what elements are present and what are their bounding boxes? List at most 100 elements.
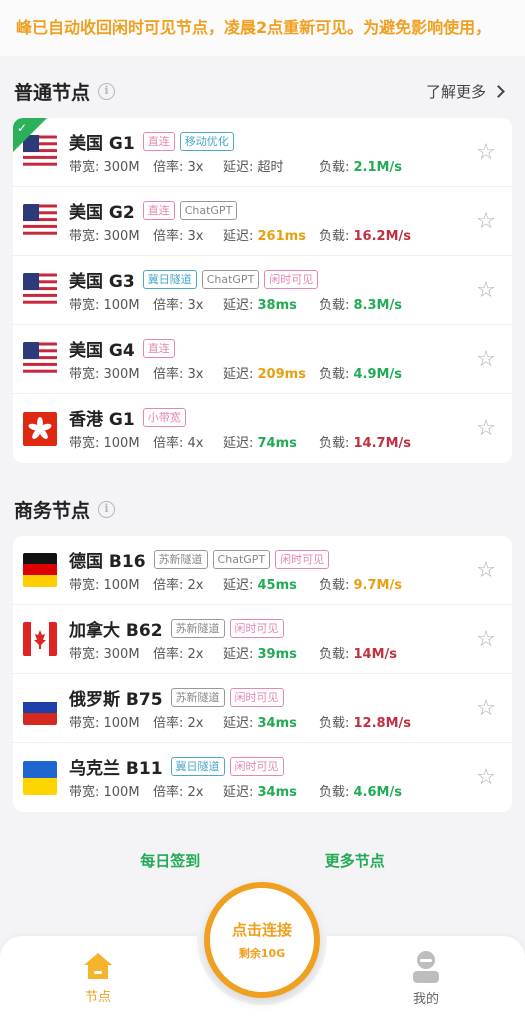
- node-latency: 261ms: [257, 228, 306, 244]
- node-tag: ChatGPT: [201, 269, 260, 289]
- node-latency: 34ms: [257, 785, 297, 800]
- node-tag: 闲时可见: [229, 757, 284, 776]
- connect-button[interactable]: 点击连接 剩余10G: [204, 882, 320, 998]
- node-name: 美国 G2: [69, 202, 135, 223]
- latency-label: 延迟:: [223, 228, 258, 244]
- node-rate: 倍率: 3x: [153, 366, 204, 382]
- connect-button-wrap: 点击连接 剩余10G: [197, 875, 327, 1005]
- latency-label: 延迟:: [223, 785, 258, 800]
- load-label: 负载:: [319, 715, 354, 731]
- node-row[interactable]: 加拿大 B62 苏新隧道 闲时可见 带宽: 300M 倍率: 2x 延迟: 39ms 负载:…: [13, 605, 512, 674]
- flag-us-icon: [23, 342, 57, 376]
- node-name: 香港 G1: [69, 410, 135, 430]
- load-label: 负载:: [319, 577, 354, 593]
- learn-more-link[interactable]: 了解更多: [425, 81, 505, 102]
- node-card-business: 德国 B16 苏新隧道 ChatGPT 闲时可见 带宽: 100M 倍率: 2x 延迟: 4…: [13, 536, 512, 812]
- node-bandwidth: 带宽: 300M: [69, 159, 140, 175]
- node-row[interactable]: 香港 G1 小带宽 带宽: 100M 倍率: 4x 延迟: 74ms 负载: 14.7M/…: [13, 394, 512, 463]
- star-icon[interactable]: ☆: [466, 278, 506, 303]
- node-name: 俄罗斯 B75: [69, 689, 163, 710]
- node-load: 16.2M/s: [353, 228, 412, 244]
- node-latency: 74ms: [257, 436, 297, 451]
- node-name: 加拿大 B62: [69, 620, 163, 641]
- node-rate: 倍率: 2x: [153, 646, 204, 662]
- node-tag: 直连: [142, 131, 175, 151]
- node-bandwidth: 带宽: 300M: [69, 646, 140, 662]
- more-nodes-link[interactable]: 更多节点: [325, 850, 385, 871]
- star-icon[interactable]: ☆: [466, 558, 506, 583]
- node-bandwidth: 带宽: 300M: [69, 366, 140, 382]
- section-title-business: 商务节点: [14, 499, 91, 522]
- node-rate: 倍率: 2x: [153, 715, 204, 731]
- node-bandwidth: 带宽: 300M: [69, 228, 140, 244]
- quick-links: 每日签到 更多节点: [0, 850, 525, 871]
- node-row[interactable]: 俄罗斯 B75 苏新隧道 闲时可见 带宽: 100M 倍率: 2x 延迟: 34ms 负载:…: [13, 674, 512, 743]
- node-tag: 苏新隧道: [170, 618, 225, 638]
- node-card-normal: ✓ 美国 G1 直连 移动优化 带宽: 300M 倍率: 3x 延迟: 超时 负载: 2.1M…: [13, 118, 512, 463]
- node-rate: 倍率: 2x: [153, 785, 204, 800]
- section-header-normal: 普通节点 i 了解更多: [0, 73, 525, 109]
- node-rate: 倍率: 2x: [153, 577, 204, 593]
- node-bandwidth: 带宽: 100M: [69, 436, 140, 451]
- node-rate: 倍率: 4x: [153, 436, 204, 451]
- tab-me[interactable]: 我的: [386, 950, 466, 1007]
- node-bandwidth: 带宽: 100M: [69, 577, 140, 593]
- star-icon[interactable]: ☆: [466, 627, 506, 652]
- node-load: 12.8M/s: [353, 715, 412, 731]
- chevron-right-icon: [492, 84, 505, 98]
- star-icon[interactable]: ☆: [466, 765, 506, 790]
- node-row[interactable]: 美国 G3 冀日隧道 ChatGPT 闲时可见 带宽: 100M 倍率: 3x 延迟: 38…: [13, 256, 512, 325]
- node-row[interactable]: 德国 B16 苏新隧道 ChatGPT 闲时可见 带宽: 100M 倍率: 2x 延迟: 4…: [13, 536, 512, 605]
- node-row[interactable]: 乌克兰 B11 冀日隧道 闲时可见 带宽: 100M 倍率: 2x 延迟: 34ms 负载:…: [13, 743, 512, 812]
- node-name: 乌克兰 B11: [69, 759, 163, 779]
- star-icon[interactable]: ☆: [466, 696, 506, 721]
- section-header-business: 商务节点 i: [0, 491, 525, 527]
- latency-label: 延迟:: [223, 577, 258, 593]
- star-icon[interactable]: ☆: [466, 140, 506, 165]
- daily-checkin-link[interactable]: 每日签到: [140, 850, 200, 871]
- node-load: 9.7M/s: [353, 577, 402, 593]
- node-name: 德国 B16: [69, 551, 146, 572]
- node-tag: 苏新隧道: [153, 549, 208, 569]
- node-load: 4.6M/s: [353, 785, 402, 800]
- node-latency: 超时: [257, 159, 284, 175]
- node-tag: 闲时可见: [229, 687, 284, 707]
- node-tag: ChatGPT: [212, 549, 271, 569]
- tab-nodes[interactable]: 节点: [58, 950, 138, 1005]
- node-tag: 冀日隧道: [142, 269, 197, 289]
- latency-label: 延迟:: [223, 159, 258, 175]
- flag-us-icon: [23, 204, 57, 238]
- latency-label: 延迟:: [223, 646, 258, 662]
- node-tag: ChatGPT: [179, 200, 238, 220]
- star-icon[interactable]: ☆: [466, 347, 506, 372]
- node-latency: 39ms: [257, 646, 297, 662]
- info-icon[interactable]: i: [98, 500, 116, 518]
- node-name: 美国 G3: [69, 271, 135, 292]
- home-icon: [82, 950, 114, 982]
- node-name: 美国 G4: [69, 340, 135, 361]
- node-row[interactable]: 美国 G2 直连 ChatGPT 带宽: 300M 倍率: 3x 延迟: 261ms 负载:…: [13, 187, 512, 256]
- node-load: 14.7M/s: [353, 436, 412, 451]
- node-load: 14M/s: [353, 646, 398, 662]
- node-tag: 直连: [142, 338, 175, 358]
- flag-hk-icon: [23, 411, 57, 446]
- latency-label: 延迟:: [223, 436, 258, 451]
- node-name: 美国 G1: [69, 133, 135, 154]
- star-icon[interactable]: ☆: [466, 416, 506, 441]
- node-row[interactable]: ✓ 美国 G1 直连 移动优化 带宽: 300M 倍率: 3x 延迟: 超时 负载: 2.1M…: [13, 118, 512, 187]
- section-title-normal: 普通节点: [14, 81, 91, 104]
- node-tag: 闲时可见: [275, 549, 330, 569]
- node-rate: 倍率: 3x: [153, 159, 204, 175]
- node-row[interactable]: 美国 G4 直连 带宽: 300M 倍率: 3x 延迟: 209ms 负载: 4.9M/s…: [13, 325, 512, 394]
- node-latency: 209ms: [257, 366, 306, 382]
- node-bandwidth: 带宽: 100M: [69, 715, 140, 731]
- latency-label: 延迟:: [223, 366, 258, 382]
- info-icon[interactable]: i: [98, 82, 116, 100]
- latency-label: 延迟:: [223, 715, 258, 731]
- flag-de-icon: [23, 553, 57, 587]
- latency-label: 延迟:: [223, 297, 258, 313]
- flag-ca-icon: [23, 622, 57, 656]
- tab-me-label: 我的: [412, 992, 439, 1007]
- learn-more-label: 了解更多: [425, 82, 486, 101]
- star-icon[interactable]: ☆: [466, 209, 506, 234]
